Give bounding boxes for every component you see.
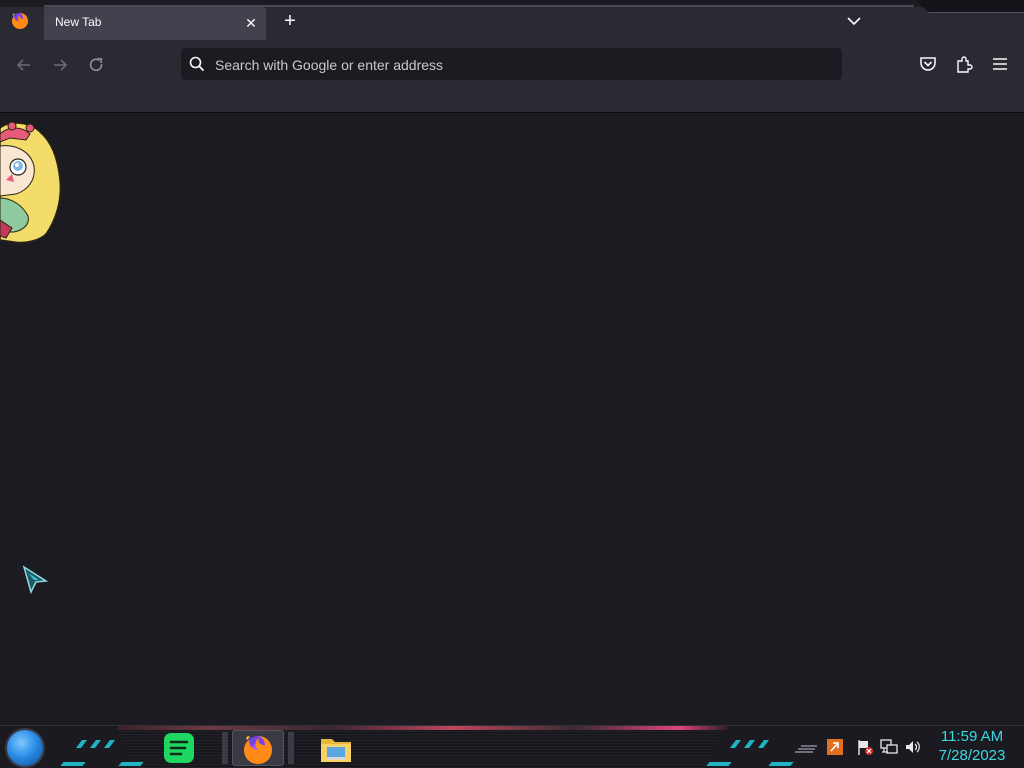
navigation-toolbar: Search with Google or enter address bbox=[0, 44, 1024, 86]
firefox-icon[interactable] bbox=[10, 11, 30, 31]
taskbar-separator-2 bbox=[288, 732, 294, 764]
taskbar-center-band bbox=[115, 726, 727, 768]
network-icon[interactable] bbox=[880, 738, 898, 756]
forward-icon[interactable] bbox=[49, 54, 71, 76]
url-bar[interactable]: Search with Google or enter address bbox=[181, 48, 842, 80]
titlebar-edge bbox=[0, 0, 1024, 7]
cartoon-character-sticker bbox=[0, 121, 62, 244]
firefox-taskbar-button[interactable] bbox=[232, 730, 284, 766]
taskbar-accent-right-2 bbox=[768, 762, 794, 766]
taskbar-accent-right bbox=[706, 762, 732, 766]
clock-time[interactable]: 11:59 AM bbox=[930, 728, 1014, 745]
tab-strip: New Tab ✕ + bbox=[0, 0, 1024, 44]
firefox-app-icon bbox=[244, 736, 272, 764]
titlebar-decoration bbox=[916, 0, 1024, 13]
clock-date[interactable]: 7/28/2023 bbox=[930, 747, 1014, 764]
file-explorer-app-icon[interactable] bbox=[318, 730, 354, 766]
menu-icon[interactable] bbox=[990, 54, 1010, 74]
back-icon[interactable] bbox=[13, 54, 35, 76]
taskbar-accent-left-2 bbox=[118, 762, 144, 766]
taskbar-accent-left bbox=[60, 762, 86, 766]
url-placeholder: Search with Google or enter address bbox=[215, 57, 444, 73]
show-hidden-icons-icon[interactable] bbox=[793, 738, 817, 756]
toolbar-spacer bbox=[0, 86, 1024, 113]
taskbar-decoration-right bbox=[730, 740, 769, 748]
tab-new-tab[interactable]: New Tab ✕ bbox=[44, 7, 266, 40]
chevron-down-icon[interactable] bbox=[844, 11, 864, 31]
pocket-icon[interactable] bbox=[918, 54, 938, 74]
extensions-icon[interactable] bbox=[954, 54, 974, 74]
mouse-cursor-icon bbox=[22, 565, 48, 595]
reload-icon[interactable] bbox=[85, 54, 107, 76]
taskbar bbox=[0, 725, 1024, 768]
start-button[interactable] bbox=[7, 730, 43, 766]
new-tab-button[interactable]: + bbox=[279, 11, 301, 33]
close-tab-icon[interactable]: ✕ bbox=[242, 14, 260, 32]
page-content[interactable] bbox=[0, 113, 1024, 725]
app-tray-icon[interactable] bbox=[826, 738, 844, 756]
taskbar-decoration-left bbox=[76, 740, 115, 748]
volume-icon[interactable] bbox=[904, 738, 922, 756]
desktop-screen: New Tab ✕ + Search with Google or enter … bbox=[0, 0, 1024, 768]
tab-title: New Tab bbox=[55, 15, 102, 29]
taskbar-separator bbox=[222, 732, 228, 764]
search-icon bbox=[189, 56, 205, 72]
spotify-app-icon[interactable] bbox=[161, 730, 197, 766]
wallpaper-strip bbox=[118, 726, 728, 730]
action-center-flag-icon[interactable] bbox=[856, 738, 874, 756]
